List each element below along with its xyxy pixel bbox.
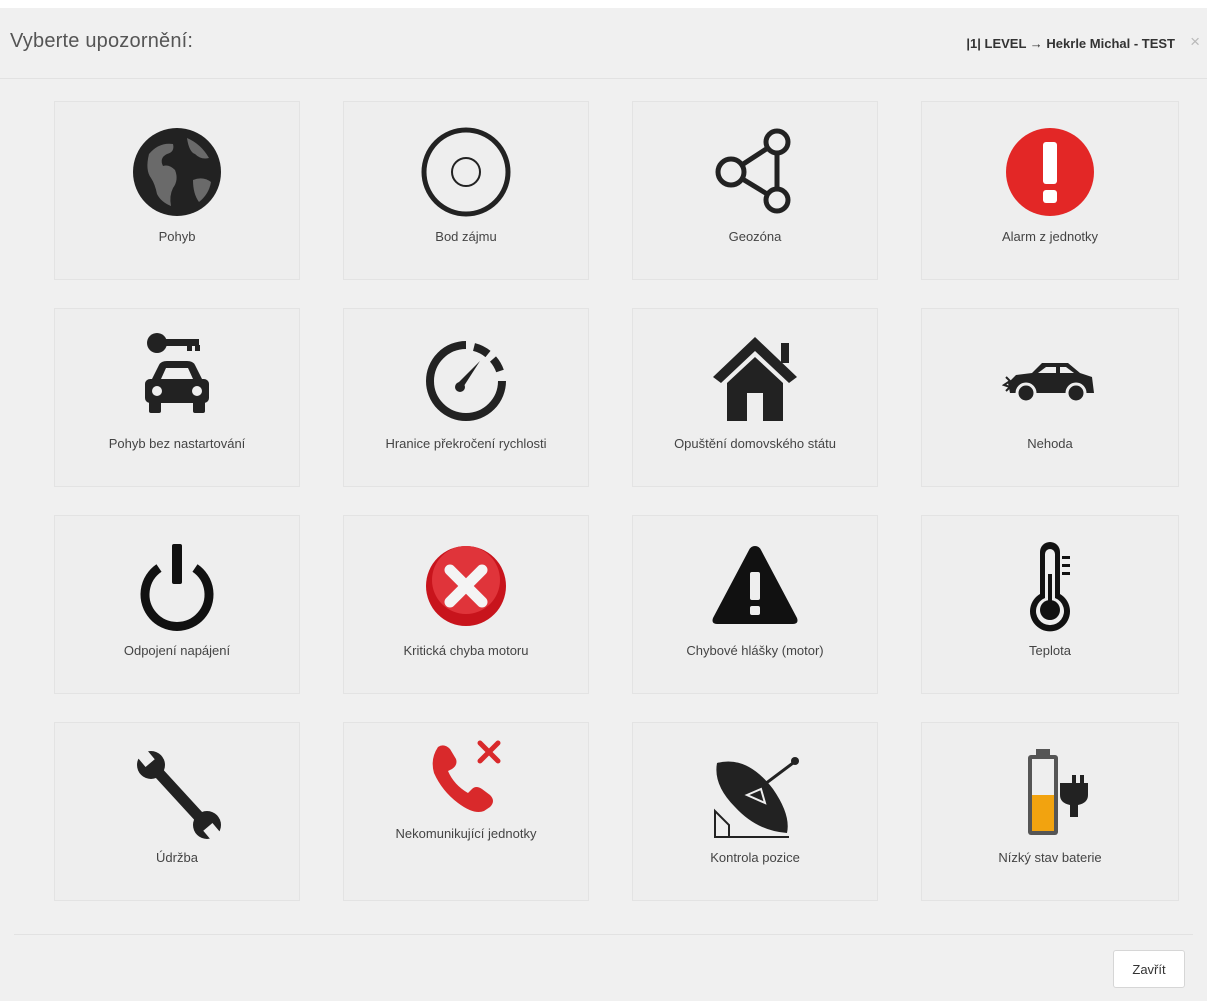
tile-label: Bod zájmu — [435, 229, 497, 244]
tile-label: Opuštění domovského státu — [674, 436, 836, 451]
tile-label: Geozóna — [728, 229, 782, 244]
wrench-icon — [129, 745, 225, 841]
thermometer-icon — [1002, 538, 1098, 634]
crashed-car-icon — [1002, 331, 1098, 427]
alert-type-grid: Pohyb Bod zájmu Geozóna Alarm z jednotky… — [54, 101, 1179, 901]
tile-label: Údržba — [156, 850, 198, 865]
tile-label: Odpojení napájení — [123, 643, 231, 658]
tile-label: Nekomunikující jednotky — [395, 826, 537, 841]
tile-label: Pohyb — [158, 229, 196, 244]
tile-chybove-hlasky[interactable]: Chybové hlášky (motor) — [632, 515, 878, 694]
alarm-exclamation-icon — [1002, 124, 1098, 220]
tile-label: Hranice překročení rychlosti — [385, 436, 547, 451]
tile-label: Chybové hlášky (motor) — [686, 643, 824, 658]
tile-pohyb[interactable]: Pohyb — [54, 101, 300, 280]
tile-bod-zajmu[interactable]: Bod zájmu — [343, 101, 589, 280]
dialog-header: Vyberte upozornění: |1| LEVEL → Hekrle M… — [0, 8, 1207, 79]
dialog-title: Vyberte upozornění: — [10, 30, 194, 52]
tile-label: Teplota — [1029, 643, 1071, 658]
tile-label: Nehoda — [1027, 436, 1073, 451]
share-nodes-icon — [707, 124, 803, 220]
tile-nehoda[interactable]: Nehoda — [921, 308, 1179, 487]
alert-select-dialog: Vyberte upozornění: |1| LEVEL → Hekrle M… — [0, 8, 1207, 1001]
close-icon[interactable]: × — [1190, 32, 1200, 52]
tile-alarm-z-jednotky[interactable]: Alarm z jednotky — [921, 101, 1179, 280]
low-battery-icon — [1002, 745, 1098, 841]
tile-hranice-rychlosti[interactable]: Hranice překročení rychlosti — [343, 308, 589, 487]
tile-label: Pohyb bez nastartování — [108, 436, 246, 451]
missed-call-icon — [418, 733, 514, 829]
globe-icon — [129, 124, 225, 220]
key-car-icon — [129, 331, 225, 427]
tile-label: Nízký stav baterie — [998, 850, 1102, 865]
tile-kriticka-chyba[interactable]: Kritická chyba motoru — [343, 515, 589, 694]
speedometer-icon — [418, 331, 514, 427]
close-button[interactable]: Zavřít — [1113, 950, 1185, 988]
tile-label: Alarm z jednotky — [1001, 229, 1099, 244]
warning-triangle-icon — [707, 538, 803, 634]
footer-divider — [14, 934, 1193, 935]
satellite-dish-icon — [707, 745, 803, 841]
tile-nekomunikujici-jednotky[interactable]: Nekomunikující jednotky — [343, 722, 589, 901]
power-icon — [129, 538, 225, 634]
tile-label: Kritická chyba motoru — [403, 643, 529, 658]
tile-teplota[interactable]: Teplota — [921, 515, 1179, 694]
house-icon — [707, 331, 803, 427]
target-circle-icon — [418, 124, 514, 220]
tile-odpojeni-napajeni[interactable]: Odpojení napájení — [54, 515, 300, 694]
tile-nizky-stav-baterie[interactable]: Nízký stav baterie — [921, 722, 1179, 901]
unit-context-label: |1| LEVEL → Hekrle Michal - TEST — [966, 36, 1175, 51]
tile-pohyb-bez-nastartovani[interactable]: Pohyb bez nastartování — [54, 308, 300, 487]
tile-label: Kontrola pozice — [710, 850, 800, 865]
tile-geozona[interactable]: Geozóna — [632, 101, 878, 280]
tile-udrzba[interactable]: Údržba — [54, 722, 300, 901]
tile-opusteni-statu[interactable]: Opuštění domovského státu — [632, 308, 878, 487]
error-x-icon — [418, 538, 514, 634]
tile-kontrola-pozice[interactable]: Kontrola pozice — [632, 722, 878, 901]
